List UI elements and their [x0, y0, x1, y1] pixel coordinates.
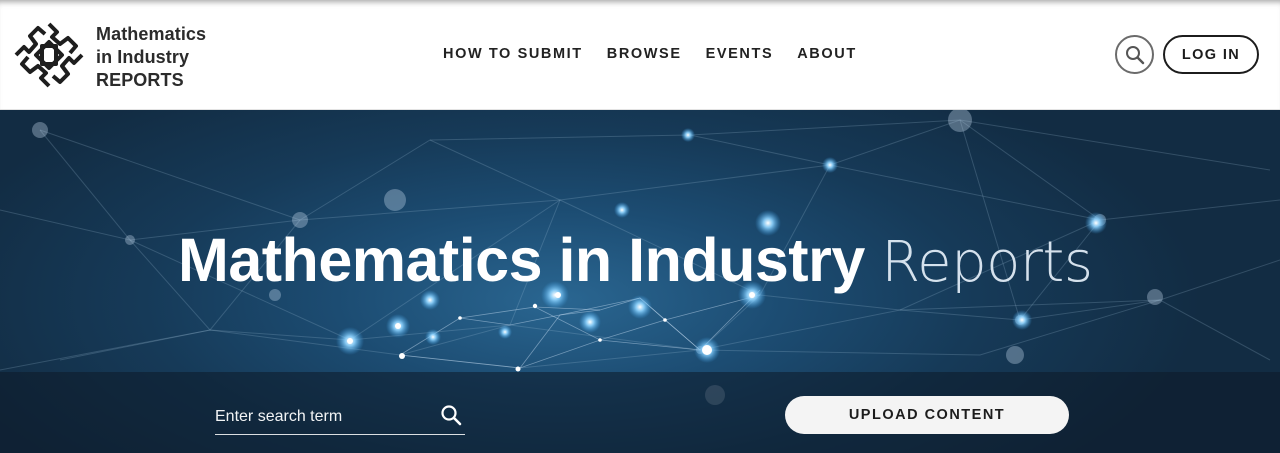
login-button[interactable]: LOG IN	[1163, 35, 1259, 74]
hero-action-bar	[0, 372, 1280, 453]
hero-title-light: Reports	[881, 230, 1093, 295]
upload-content-button[interactable]: UPLOAD CONTENT	[785, 396, 1069, 434]
logo-line-2: in Industry	[96, 47, 190, 67]
nav-about[interactable]: ABOUT	[797, 44, 857, 64]
hero-title-main: Mathematics in Industry	[178, 226, 865, 294]
nav-events[interactable]: EVENTS	[706, 44, 774, 64]
site-header: Mathematics in Industry REPORTS HOW TO S…	[0, 0, 1280, 110]
logo-mark-icon	[14, 22, 84, 88]
hero-title: Mathematics in Industry Reports	[178, 222, 1093, 301]
nav-how-to-submit[interactable]: HOW TO SUBMIT	[443, 44, 583, 64]
logo-line-3: REPORTS	[96, 70, 184, 90]
hero-banner: Mathematics in Industry Reports UPLOAD C…	[0, 110, 1280, 453]
search-icon	[1125, 45, 1144, 64]
site-logo[interactable]: Mathematics in Industry REPORTS	[12, 20, 222, 90]
nav-browse[interactable]: BROWSE	[607, 44, 682, 64]
hero-search	[215, 400, 465, 435]
logo-line-1: Mathematics	[96, 24, 207, 44]
header-search-button[interactable]	[1115, 35, 1154, 74]
main-nav: HOW TO SUBMIT BROWSE EVENTS ABOUT	[443, 44, 857, 64]
logo-wordmark: Mathematics in Industry REPORTS	[96, 23, 206, 92]
search-icon	[441, 405, 462, 426]
hero-search-submit[interactable]	[439, 404, 463, 428]
search-input[interactable]	[215, 404, 430, 430]
